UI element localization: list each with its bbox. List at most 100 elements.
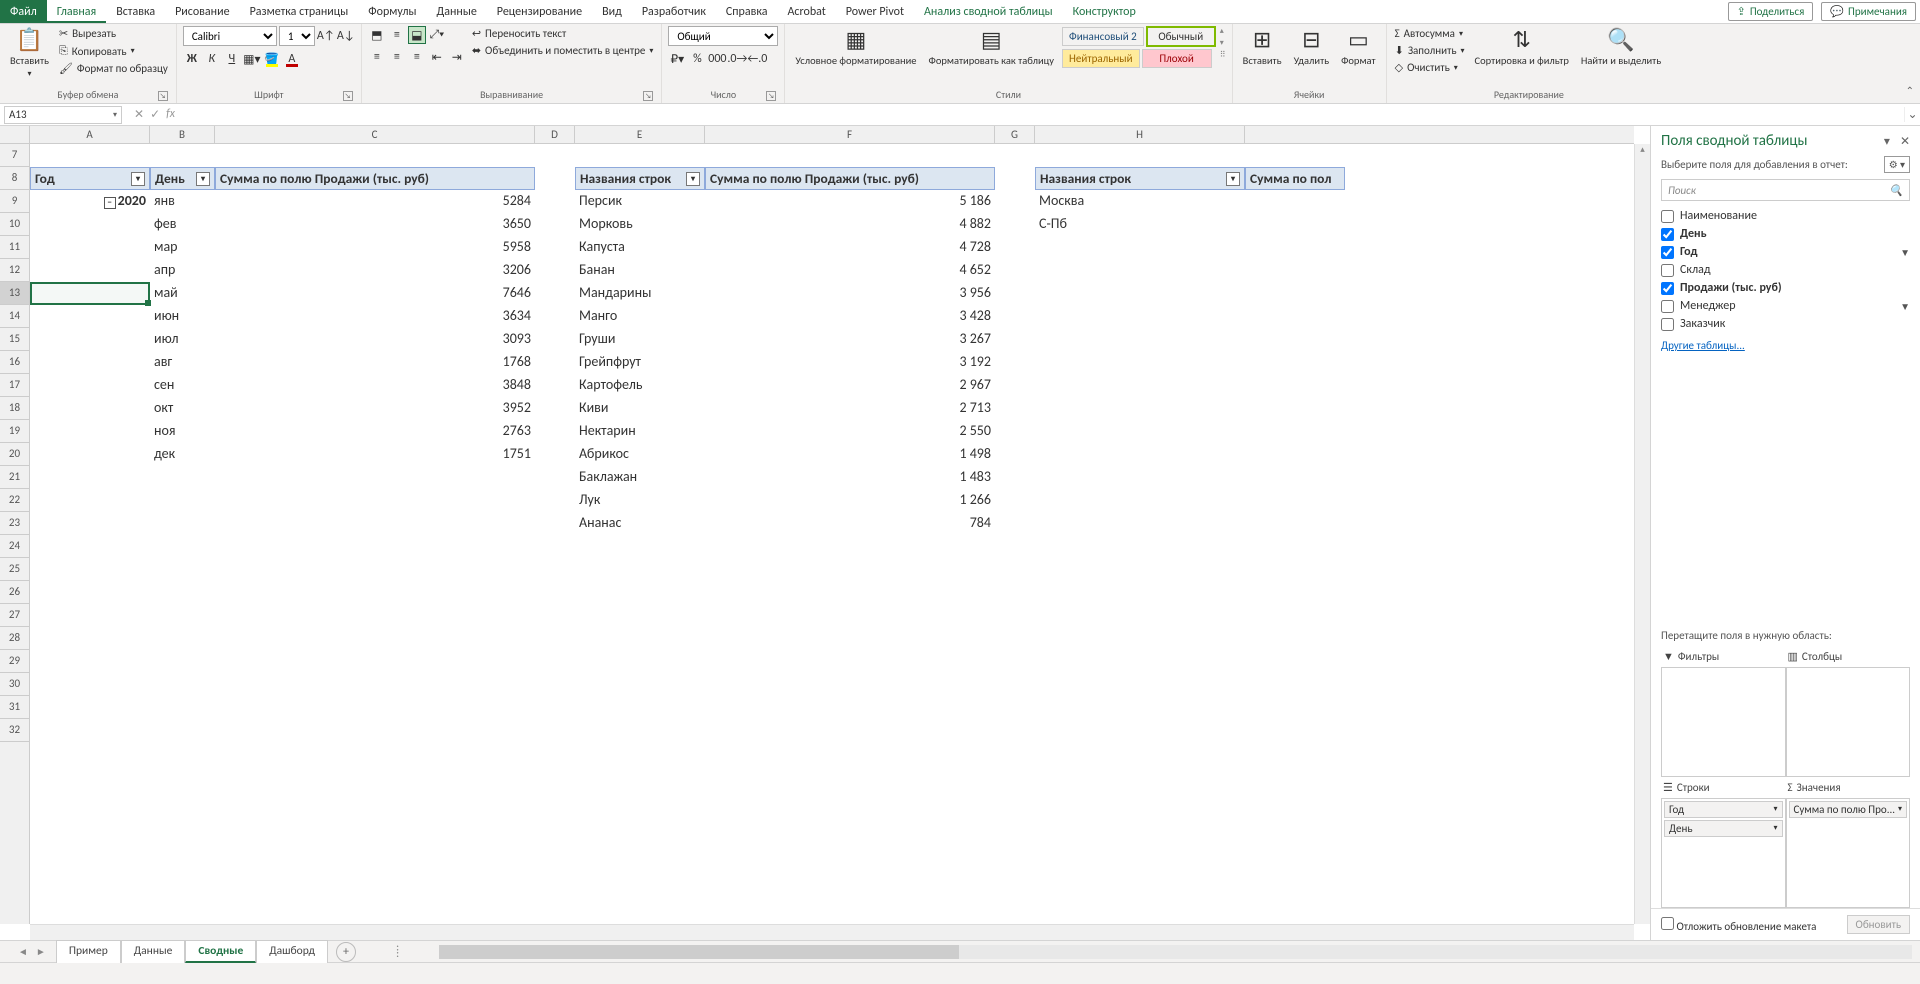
tab-Справка[interactable]: Справка xyxy=(716,0,778,23)
pane-menu-icon[interactable]: ▾ xyxy=(1884,134,1890,149)
styles-down-arrow[interactable]: ▾ xyxy=(1220,38,1226,48)
conditional-format-button[interactable]: ▦Условное форматирование xyxy=(791,26,920,69)
field-checkbox[interactable] xyxy=(1661,210,1674,223)
cell[interactable]: Ананас xyxy=(575,512,705,535)
format-painter-button[interactable]: 🖌Формат по образцу xyxy=(57,61,170,76)
tab-Конструктор[interactable]: Конструктор xyxy=(1063,0,1146,23)
cell[interactable]: Грейпфрут xyxy=(575,351,705,374)
sheet-tab-Сводные[interactable]: Сводные xyxy=(185,940,256,963)
fx-icon[interactable]: fx xyxy=(166,107,175,122)
cell[interactable]: дек xyxy=(150,443,215,466)
row-header-14[interactable]: 14 xyxy=(0,305,29,328)
row-header-18[interactable]: 18 xyxy=(0,397,29,420)
decrease-font-button[interactable]: A↓ xyxy=(337,27,355,45)
cell[interactable]: 1768 xyxy=(215,351,535,374)
collapse-ribbon-button[interactable]: ⌃ xyxy=(1906,84,1914,97)
row-header-12[interactable]: 12 xyxy=(0,259,29,282)
tab-Данные[interactable]: Данные xyxy=(427,0,487,23)
cell[interactable]: 3206 xyxy=(215,259,535,282)
row-header-9[interactable]: 9 xyxy=(0,190,29,213)
delete-cells-button[interactable]: ⊟Удалить xyxy=(1290,26,1334,69)
field-checkbox[interactable] xyxy=(1661,246,1674,259)
row-header-21[interactable]: 21 xyxy=(0,466,29,489)
row-header-31[interactable]: 31 xyxy=(0,696,29,719)
pane-close-icon[interactable]: ✕ xyxy=(1900,134,1910,149)
cell[interactable]: 1751 xyxy=(215,443,535,466)
row-header-32[interactable]: 32 xyxy=(0,719,29,742)
increase-font-button[interactable]: A↑ xyxy=(317,27,335,45)
row-header-16[interactable]: 16 xyxy=(0,351,29,374)
clear-button[interactable]: ◇Очистить▾ xyxy=(1393,60,1467,75)
share-button[interactable]: ⇪Поделиться xyxy=(1728,2,1814,21)
sort-filter-button[interactable]: ⇅Сортировка и фильтр xyxy=(1471,26,1573,69)
insert-cells-button[interactable]: ⊞Вставить xyxy=(1239,26,1286,69)
vertical-scrollbar[interactable]: ▴ xyxy=(1634,144,1650,924)
style-bad[interactable]: Плохой xyxy=(1142,49,1212,68)
tab-Анализ сводной таблицы[interactable]: Анализ сводной таблицы xyxy=(914,0,1063,23)
cell[interactable]: 2 713 xyxy=(705,397,995,420)
update-button[interactable]: Обновить xyxy=(1847,915,1910,934)
other-tables-link[interactable]: Другие таблицы... xyxy=(1651,333,1920,358)
tab-Формулы[interactable]: Формулы xyxy=(358,0,426,23)
font-name-select[interactable]: Calibri xyxy=(183,26,277,46)
styles-more-arrow[interactable]: ⠿ xyxy=(1220,50,1226,60)
format-cells-button[interactable]: ▭Формат xyxy=(1337,26,1380,69)
field-item[interactable]: Наименование xyxy=(1661,207,1910,225)
filter-dropdown[interactable]: ▾ xyxy=(196,172,210,186)
cell[interactable]: Банан xyxy=(575,259,705,282)
cell[interactable]: Киви xyxy=(575,397,705,420)
cell[interactable]: 5284 xyxy=(215,190,535,213)
field-item[interactable]: Склад xyxy=(1661,261,1910,279)
sheet-nav-prev[interactable]: ◄ xyxy=(18,945,28,958)
cell[interactable]: 3634 xyxy=(215,305,535,328)
autosum-button[interactable]: ΣАвтосумма▾ xyxy=(1393,26,1467,41)
field-checkbox[interactable] xyxy=(1661,318,1674,331)
cell[interactable]: 1 498 xyxy=(705,443,995,466)
row-header-27[interactable]: 27 xyxy=(0,604,29,627)
cell[interactable]: 2 967 xyxy=(705,374,995,397)
align-right-button[interactable]: ≡ xyxy=(408,48,426,66)
orientation-button[interactable]: ⤢▾ xyxy=(428,26,446,44)
cell[interactable]: Названия строк▾ xyxy=(1035,167,1245,190)
row-header-30[interactable]: 30 xyxy=(0,673,29,696)
cell[interactable]: −2020 xyxy=(30,190,150,213)
clipboard-launcher[interactable]: ↘ xyxy=(158,91,168,101)
cell[interactable]: Баклажан xyxy=(575,466,705,489)
cell[interactable]: янв xyxy=(150,190,215,213)
tab-Рисование[interactable]: Рисование xyxy=(165,0,239,23)
borders-button[interactable]: ▦▾ xyxy=(243,50,261,68)
row-header-10[interactable]: 10 xyxy=(0,213,29,236)
filter-dropdown[interactable]: ▾ xyxy=(131,172,145,186)
cell[interactable]: ноя xyxy=(150,420,215,443)
sheet-tab-Пример[interactable]: Пример xyxy=(56,940,121,963)
row-header-19[interactable]: 19 xyxy=(0,420,29,443)
row-header-20[interactable]: 20 xyxy=(0,443,29,466)
tab-Рецензирование[interactable]: Рецензирование xyxy=(487,0,592,23)
sheet-nav-next[interactable]: ► xyxy=(36,945,46,958)
tab-Вставка[interactable]: Вставка xyxy=(106,0,165,23)
style-neutral[interactable]: Нейтральный xyxy=(1062,49,1140,68)
cell[interactable]: 2 550 xyxy=(705,420,995,443)
tab-Power Pivot[interactable]: Power Pivot xyxy=(836,0,914,23)
col-header-A[interactable]: A xyxy=(30,126,150,143)
area-filters[interactable] xyxy=(1661,667,1786,777)
cancel-fx-icon[interactable]: ✕ xyxy=(134,107,144,122)
filter-dropdown[interactable]: ▾ xyxy=(1226,172,1240,186)
italic-button[interactable]: К xyxy=(203,50,221,68)
cell[interactable]: 3952 xyxy=(215,397,535,420)
cell[interactable]: Мандарины xyxy=(575,282,705,305)
cell[interactable]: 784 xyxy=(705,512,995,535)
wrap-text-button[interactable]: ↩Переносить текст xyxy=(470,26,656,41)
copy-button[interactable]: ⎘Копировать▾ xyxy=(57,43,170,59)
cell[interactable]: Москва xyxy=(1035,190,1245,213)
add-sheet-button[interactable]: + xyxy=(336,942,356,962)
number-launcher[interactable]: ↘ xyxy=(766,91,776,101)
cell[interactable]: Груши xyxy=(575,328,705,351)
area-chip[interactable]: Год▾ xyxy=(1664,801,1783,818)
cell[interactable]: Персик xyxy=(575,190,705,213)
underline-button[interactable]: Ч xyxy=(223,50,241,68)
cell[interactable]: апр xyxy=(150,259,215,282)
cell[interactable]: 1 483 xyxy=(705,466,995,489)
cell[interactable]: 3093 xyxy=(215,328,535,351)
col-header-C[interactable]: C xyxy=(215,126,535,143)
